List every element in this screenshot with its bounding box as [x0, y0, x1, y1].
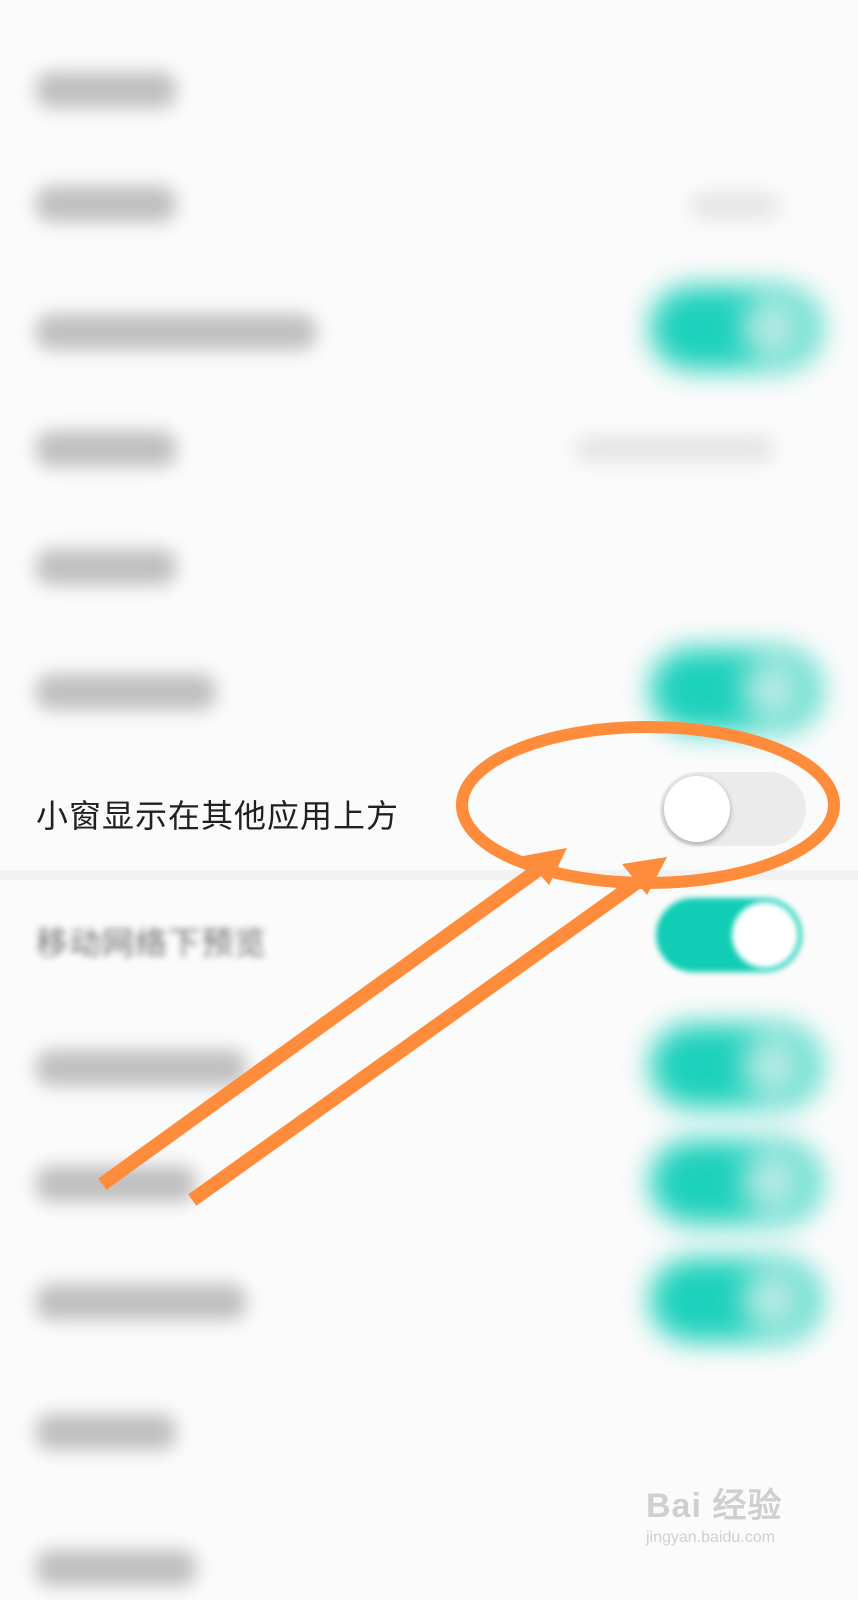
watermark-brand: Bai 经验: [646, 1487, 783, 1525]
highlight-ellipse: [456, 721, 840, 889]
annotation-overlay: [98, 721, 840, 1206]
baidu-jingyan-watermark: Bai 经验 jingyan.baidu.com: [646, 1478, 816, 1558]
arrow-line-right: [188, 873, 646, 1206]
watermark-site: jingyan.baidu.com: [646, 1529, 775, 1546]
arrow-line-left: [98, 862, 545, 1190]
